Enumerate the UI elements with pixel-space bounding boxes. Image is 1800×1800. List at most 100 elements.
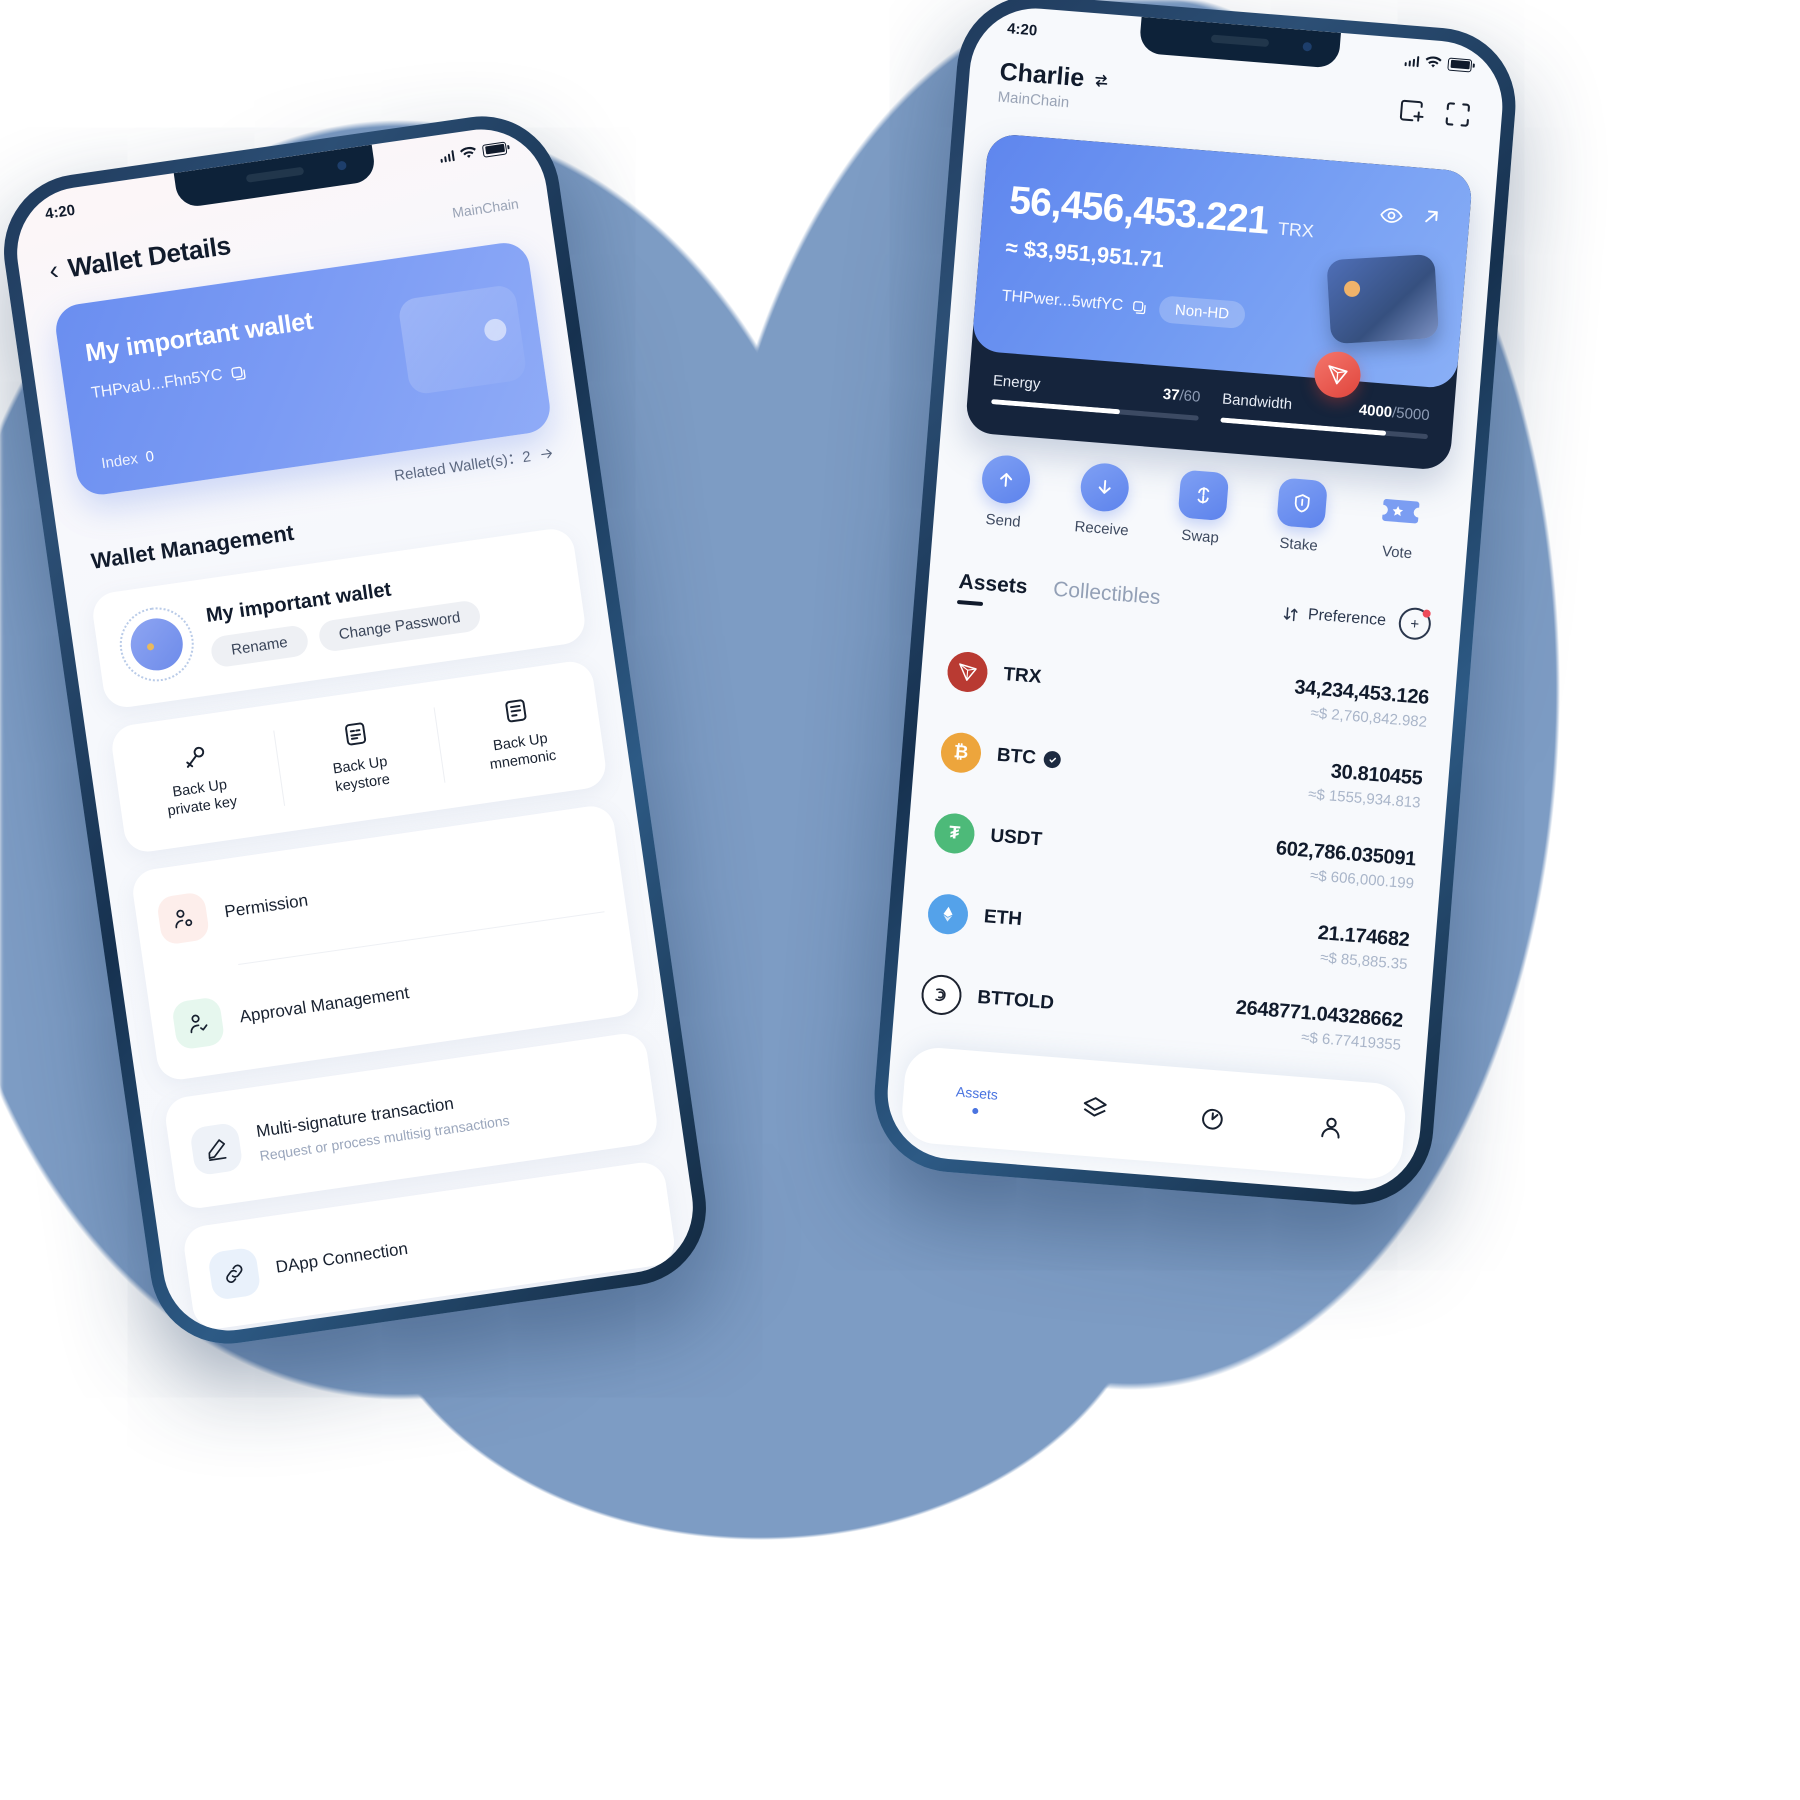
related-wallets-label: Related Wallet(s)：2 [393, 448, 533, 485]
switch-account-icon [1095, 74, 1108, 87]
wallet-index-label: Index [100, 450, 140, 473]
bittorrent-icon [920, 972, 964, 1016]
asset-symbol: ETH [983, 905, 1023, 930]
wallet-address-text: THPwer...5wtfYC [1001, 287, 1124, 314]
arrow-up-right-icon [1425, 210, 1438, 223]
cellular-bars-icon [439, 149, 455, 163]
asset-symbol: TRX [1002, 663, 1043, 688]
action-vote[interactable]: Vote [1347, 483, 1451, 565]
permission-block: Permission Approval Management [130, 803, 642, 1083]
nav-layers[interactable] [1034, 1090, 1154, 1127]
toggle-balance-visibility[interactable] [1378, 203, 1404, 234]
add-wallet-icon[interactable] [1397, 96, 1427, 126]
resource-energy-value: 37/60 [1162, 385, 1201, 406]
quick-actions-row: Send Receive Swap Stake Vote [933, 450, 1471, 567]
nav-explore[interactable] [1153, 1099, 1273, 1136]
asset-fiat: ≈$ 1555,934.813 [1307, 785, 1422, 812]
wallet-3d-icon [1326, 253, 1440, 345]
asset-symbol: BTC [996, 744, 1062, 771]
nav-assets[interactable]: Assets [916, 1080, 1036, 1118]
approval-user-check-icon [171, 996, 226, 1051]
permission-user-icon [155, 891, 211, 946]
copy-icon[interactable] [1131, 298, 1148, 315]
wallet-address[interactable]: THPvaU...Fhn5YC [90, 363, 248, 403]
tether-icon: ₮ [933, 811, 977, 855]
link-icon [207, 1246, 262, 1301]
wallet-index: Index 0 [100, 448, 155, 472]
backup-private-key-button[interactable]: Back Up private key [109, 705, 288, 855]
assets-list[interactable]: TRX 34,234,453.126 ≈$ 2,760,842.982 ₿ BT… [892, 627, 1457, 1134]
copy-icon[interactable] [229, 363, 248, 382]
chain-label: MainChain [451, 195, 520, 221]
ethereum-icon [926, 892, 970, 936]
tron-logo-icon [945, 649, 990, 694]
eye-icon [1380, 208, 1403, 223]
action-swap-label: Swap [1180, 526, 1220, 547]
battery-icon [1447, 57, 1473, 72]
wallet-avatar-icon [114, 602, 199, 687]
verified-badge-icon [1043, 750, 1062, 769]
sort-icon [1283, 606, 1298, 621]
cellular-bars-icon [1404, 55, 1420, 67]
scan-qr-icon[interactable] [1443, 99, 1473, 129]
camera-icon [336, 160, 347, 171]
preference-label: Preference [1307, 606, 1387, 630]
resource-bandwidth[interactable]: Bandwidth 4000/5000 [1220, 391, 1430, 440]
arrow-up-icon [1000, 473, 1013, 487]
preference-button[interactable]: Preference + [1281, 597, 1433, 641]
nav-assets-label: Assets [955, 1082, 999, 1103]
add-token-icon[interactable]: + [1397, 606, 1433, 641]
speaker-icon [245, 166, 305, 183]
arrow-down-icon [1098, 480, 1111, 494]
shield-icon [1294, 494, 1310, 513]
profile-icon [1320, 1117, 1340, 1139]
wallet-index-value: 0 [144, 447, 156, 466]
tab-collectibles[interactable]: Collectibles [1052, 578, 1161, 621]
battery-icon [481, 141, 508, 158]
tab-assets[interactable]: Assets [957, 570, 1029, 609]
back-icon[interactable]: ‹ [47, 254, 60, 285]
action-send-label: Send [984, 510, 1022, 531]
mnemonic-icon [505, 699, 527, 723]
action-receive[interactable]: Receive [1052, 460, 1156, 542]
ticket-star-icon [1381, 499, 1419, 524]
resource-energy-label: Energy [992, 372, 1042, 393]
account-name: Charlie [998, 57, 1086, 93]
rename-button[interactable]: Rename [209, 624, 310, 669]
asset-amount: 21.174682 [1317, 921, 1411, 951]
resource-bandwidth-value: 4000/5000 [1358, 401, 1431, 425]
wallet-name: My important wallet [83, 306, 315, 368]
backup-mnemonic-label: Back Up mnemonic [488, 730, 558, 774]
backup-keystore-button[interactable]: Back Up keystore [270, 682, 449, 832]
layers-icon [1083, 1097, 1107, 1117]
balance-card: 56,456,453.221 TRX ≈ $3,951,951.71 THPwe… [964, 132, 1474, 471]
status-time: 4:20 [1006, 19, 1038, 39]
action-swap[interactable]: Swap [1150, 467, 1254, 549]
keystore-icon [345, 722, 367, 746]
explore-icon [1202, 1108, 1223, 1130]
camera-icon [1302, 41, 1313, 52]
backup-private-key-label: Back Up private key [166, 776, 239, 820]
section-title-wallet-management: Wallet Management [89, 519, 296, 574]
action-stake[interactable]: Stake [1249, 475, 1353, 557]
pencil-icon [189, 1121, 244, 1177]
asset-fiat: ≈$ 85,885.35 [1319, 948, 1409, 973]
wifi-icon [459, 146, 476, 158]
asset-symbol: USDT [989, 824, 1043, 850]
right-screen: 4:20 Charlie MainChain 56,456,453.221 TR… [882, 3, 1508, 1197]
dapp-connection-label: DApp Connection [274, 1238, 410, 1277]
action-send[interactable]: Send [953, 452, 1057, 534]
asset-amount: 30.810455 [1330, 759, 1424, 790]
wallet-address-text: THPvaU...Fhn5YC [90, 366, 224, 403]
swap-icon [1197, 487, 1210, 504]
resource-energy[interactable]: Energy 37/60 [991, 372, 1201, 421]
resource-bandwidth-label: Bandwidth [1221, 390, 1293, 414]
assets-tabs: Assets Collectibles Preference + [927, 568, 1462, 645]
menu-item-permission-label: Permission [223, 890, 310, 922]
backup-mnemonic-button[interactable]: Back Up mnemonic [430, 659, 609, 809]
open-detail-button[interactable] [1418, 204, 1444, 235]
nav-profile[interactable] [1271, 1109, 1391, 1146]
wifi-icon [1425, 55, 1442, 67]
assets-dot-icon [972, 1107, 979, 1114]
phone-right-assets: 4:20 Charlie MainChain 56,456,453.221 TR… [868, 0, 1522, 1211]
